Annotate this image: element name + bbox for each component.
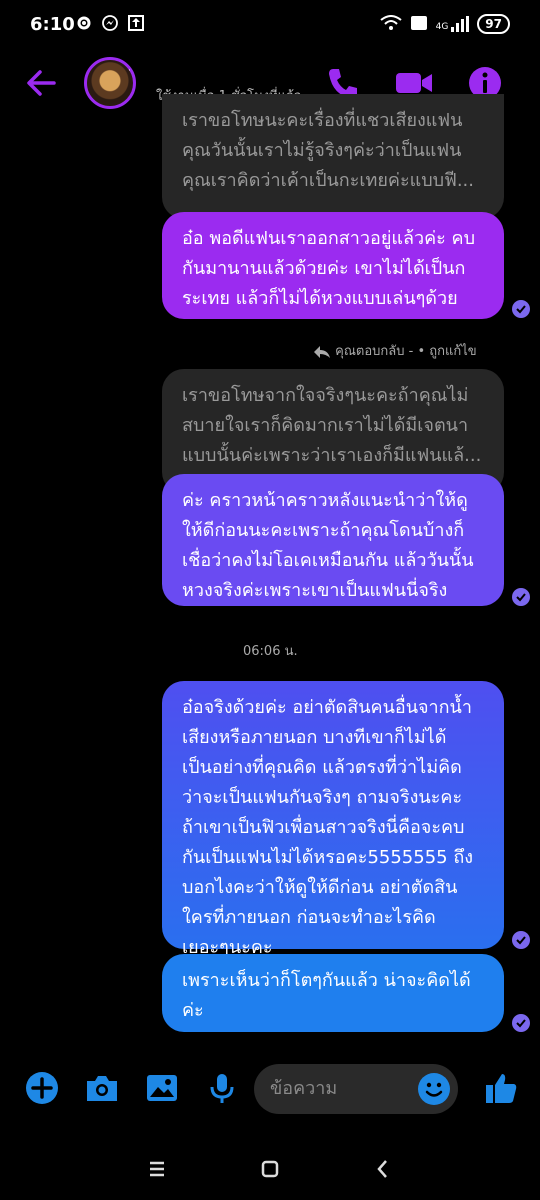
like-icon[interactable] — [484, 1070, 520, 1106]
back-nav-icon[interactable] — [368, 1154, 398, 1184]
message-bubble[interactable]: เพราะเห็นว่าก็โตๆกันแล้ว น่าจะคิดได้ ค่ะ — [162, 954, 504, 1032]
message-input-placeholder: ข้อความ — [270, 1078, 338, 1099]
active-mark: ˙ — [127, 69, 132, 80]
seen-check-icon — [512, 1014, 530, 1032]
quoted-message[interactable]: เราขอโทษนะคะเรื่องที่แชวเสียงแฟน คุณวันน… — [162, 94, 504, 219]
menu-nav-icon[interactable] — [142, 1154, 172, 1184]
gallery-icon[interactable] — [144, 1070, 180, 1106]
seen-check-icon — [512, 588, 530, 606]
seen-check-icon — [512, 931, 530, 949]
message-bubble[interactable]: ค่ะ คราวหน้าคราวหลังแนะนำว่าให้ดู ให้ดีก… — [162, 474, 504, 606]
status-icons-left — [75, 14, 145, 32]
message-bubble[interactable]: อ๋อจริงด้วยค่ะ อย่าตัดสินคนอื่นจากน้ำ เส… — [162, 681, 504, 958]
reply-note: คุณตอบกลับ - • ถูกแก้ไข — [313, 340, 477, 361]
messenger-icon — [101, 14, 119, 32]
composer-bar: ข้อความ — [0, 1055, 540, 1125]
emoji-icon[interactable] — [418, 1073, 450, 1105]
system-nav-bar — [0, 1140, 540, 1200]
message-timestamp: 06:06 น. — [243, 644, 298, 659]
volte-icon — [410, 15, 428, 34]
upload-icon — [127, 14, 145, 32]
settings-gear-icon — [75, 14, 93, 32]
camera-icon[interactable] — [84, 1070, 120, 1106]
message-input[interactable]: ข้อความ — [254, 1064, 458, 1114]
wifi-icon — [379, 14, 402, 34]
reply-note-text: คุณตอบกลับ - • ถูกแก้ไข — [335, 344, 477, 359]
reply-icon — [314, 345, 330, 358]
signal-type: 4G — [435, 22, 449, 32]
home-nav-icon[interactable] — [255, 1154, 285, 1184]
avatar[interactable] — [84, 57, 136, 109]
message-bubble[interactable]: อ๋อ พอดีแฟนเราออกสาวอยู่แล้วค่ะ คบ กันมา… — [162, 212, 504, 319]
signal-icon: 4G — [436, 16, 470, 32]
mic-icon[interactable] — [204, 1070, 240, 1106]
back-arrow-icon[interactable] — [24, 67, 60, 99]
plus-icon[interactable] — [24, 1070, 60, 1106]
status-icons-right: 4G 97 — [379, 14, 510, 34]
status-time: 6:10 — [30, 14, 75, 35]
battery-indicator: 97 — [477, 14, 510, 34]
seen-check-icon — [512, 300, 530, 318]
status-bar: 6:10 4G 97 — [0, 0, 540, 52]
